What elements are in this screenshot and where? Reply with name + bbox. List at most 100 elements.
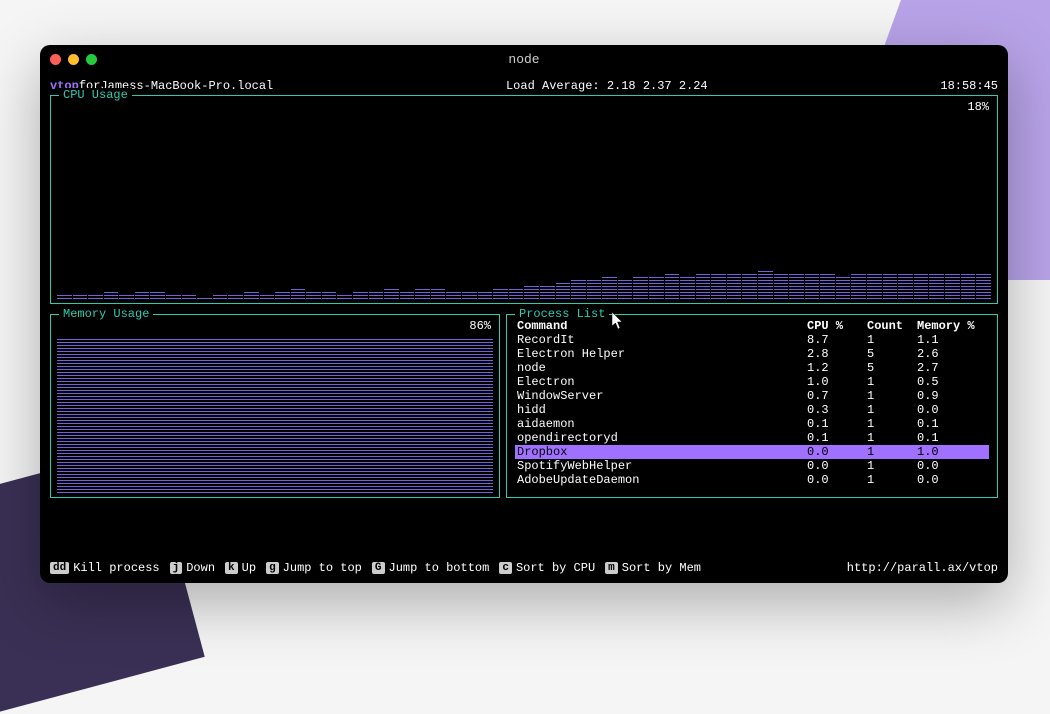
shortcut-label: Sort by CPU bbox=[516, 561, 595, 575]
cpu-bar bbox=[291, 289, 306, 300]
cpu-bar bbox=[446, 290, 461, 299]
close-icon[interactable] bbox=[50, 54, 61, 65]
shortcut-key: dd bbox=[50, 562, 69, 574]
cpu-bar bbox=[182, 295, 197, 300]
cpu-bar bbox=[119, 293, 134, 299]
cpu-bar bbox=[758, 271, 773, 300]
minimize-icon[interactable] bbox=[68, 54, 79, 65]
footer: ddKill processjDownkUpgJump to topGJump … bbox=[50, 561, 998, 575]
table-row[interactable]: Dropbox0.011.0 bbox=[515, 445, 989, 459]
table-row[interactable]: WindowServer0.710.9 bbox=[515, 389, 989, 403]
cpu-bar bbox=[150, 292, 165, 300]
table-row[interactable]: node1.252.7 bbox=[515, 361, 989, 375]
cpu-bar bbox=[524, 286, 539, 300]
shortcut-key: k bbox=[225, 562, 238, 574]
cpu-bar bbox=[540, 284, 555, 299]
cpu-bar bbox=[680, 275, 695, 299]
cpu-bar bbox=[774, 272, 789, 299]
cpu-bar bbox=[509, 287, 524, 299]
cpu-bar bbox=[742, 272, 757, 299]
shortcut-key: g bbox=[266, 562, 279, 574]
cpu-bar bbox=[197, 296, 212, 299]
cpu-bar bbox=[571, 278, 586, 299]
terminal-window: node vtop for Jamess-MacBook-Pro.local L… bbox=[40, 45, 1008, 583]
table-row[interactable]: hidd0.310.0 bbox=[515, 403, 989, 417]
shortcut: c Sort by CPU bbox=[499, 561, 595, 575]
cpu-bar bbox=[275, 290, 290, 299]
shortcut-label: Jump to bottom bbox=[389, 561, 490, 575]
memory-graph bbox=[57, 337, 493, 493]
cpu-bar bbox=[914, 272, 929, 299]
cpu-bar bbox=[851, 274, 866, 300]
cpu-bar bbox=[867, 272, 882, 299]
shortcut: m Sort by Mem bbox=[605, 561, 701, 575]
cpu-bar bbox=[228, 293, 243, 299]
cpu-bar bbox=[961, 274, 976, 300]
shortcuts: ddKill processjDownkUpgJump to topGJump … bbox=[50, 561, 701, 575]
cpu-bar bbox=[431, 289, 446, 300]
header-line: vtop for Jamess-MacBook-Pro.local Load A… bbox=[50, 79, 998, 93]
cpu-bar bbox=[104, 292, 119, 300]
cpu-bar bbox=[976, 272, 991, 299]
table-row[interactable]: RecordIt8.711.1 bbox=[515, 333, 989, 347]
cpu-bar bbox=[166, 293, 181, 299]
cpu-bar bbox=[478, 290, 493, 299]
cpu-bar bbox=[369, 290, 384, 299]
col-command: Command bbox=[517, 319, 807, 333]
table-row[interactable]: AdobeUpdateDaemon0.010.0 bbox=[515, 473, 989, 487]
maximize-icon[interactable] bbox=[86, 54, 97, 65]
cpu-bar bbox=[337, 293, 352, 299]
cpu-bar bbox=[929, 272, 944, 299]
cpu-bar bbox=[244, 292, 259, 300]
memory-percent: 86% bbox=[469, 319, 491, 333]
cpu-bar bbox=[633, 275, 648, 299]
cpu-bar bbox=[820, 274, 835, 300]
process-table[interactable]: Command CPU % Count Memory % RecordIt8.7… bbox=[507, 315, 997, 491]
cpu-bar bbox=[587, 280, 602, 300]
cpu-bar bbox=[353, 292, 368, 300]
cpu-bar bbox=[57, 295, 72, 300]
col-cpu: CPU % bbox=[807, 319, 867, 333]
shortcut-label: Sort by Mem bbox=[622, 561, 701, 575]
cpu-bar bbox=[711, 274, 726, 300]
cpu-bar bbox=[213, 295, 228, 300]
cpu-bar bbox=[665, 274, 680, 300]
cpu-bar bbox=[493, 289, 508, 300]
titlebar: node bbox=[40, 45, 1008, 73]
cpu-bar bbox=[556, 281, 571, 299]
shortcut: ddKill process bbox=[50, 561, 160, 575]
shortcut-key: G bbox=[372, 562, 385, 574]
traffic-lights bbox=[50, 54, 97, 65]
cpu-graph bbox=[57, 269, 991, 299]
clock: 18:58:45 bbox=[940, 79, 998, 93]
shortcut: G Jump to bottom bbox=[372, 561, 489, 575]
table-row[interactable]: SpotifyWebHelper0.010.0 bbox=[515, 459, 989, 473]
table-row[interactable]: Electron Helper2.852.6 bbox=[515, 347, 989, 361]
terminal-body[interactable]: vtop for Jamess-MacBook-Pro.local Load A… bbox=[40, 73, 1008, 583]
shortcut-key: m bbox=[605, 562, 618, 574]
shortcut-key: j bbox=[170, 562, 183, 574]
table-row[interactable]: Electron1.010.5 bbox=[515, 375, 989, 389]
cpu-bar bbox=[384, 289, 399, 300]
cpu-bar bbox=[805, 272, 820, 299]
cpu-bar bbox=[898, 274, 913, 300]
memory-usage-panel: Memory Usage 86% bbox=[50, 314, 500, 498]
table-row[interactable]: opendirectoryd0.110.1 bbox=[515, 431, 989, 445]
window-title: node bbox=[508, 52, 539, 67]
cpu-bar bbox=[135, 290, 150, 299]
cpu-bar bbox=[306, 292, 321, 300]
load-average: Load Average: 2.18 2.37 2.24 bbox=[506, 79, 708, 93]
table-header: Command CPU % Count Memory % bbox=[515, 319, 989, 333]
process-panel-title: Process List bbox=[515, 307, 609, 321]
shortcut: g Jump to top bbox=[266, 561, 362, 575]
process-list-panel: Process List Command CPU % Count Memory … bbox=[506, 314, 998, 498]
col-count: Count bbox=[867, 319, 917, 333]
cpu-bar bbox=[696, 272, 711, 299]
shortcut-label: Up bbox=[242, 561, 256, 575]
cpu-usage-panel: CPU Usage 18% bbox=[50, 95, 998, 304]
shortcut-label: Jump to top bbox=[283, 561, 362, 575]
shortcut: k Up bbox=[225, 561, 256, 575]
cpu-bar bbox=[400, 290, 415, 299]
table-row[interactable]: aidaemon0.110.1 bbox=[515, 417, 989, 431]
shortcut-key: c bbox=[499, 562, 512, 574]
